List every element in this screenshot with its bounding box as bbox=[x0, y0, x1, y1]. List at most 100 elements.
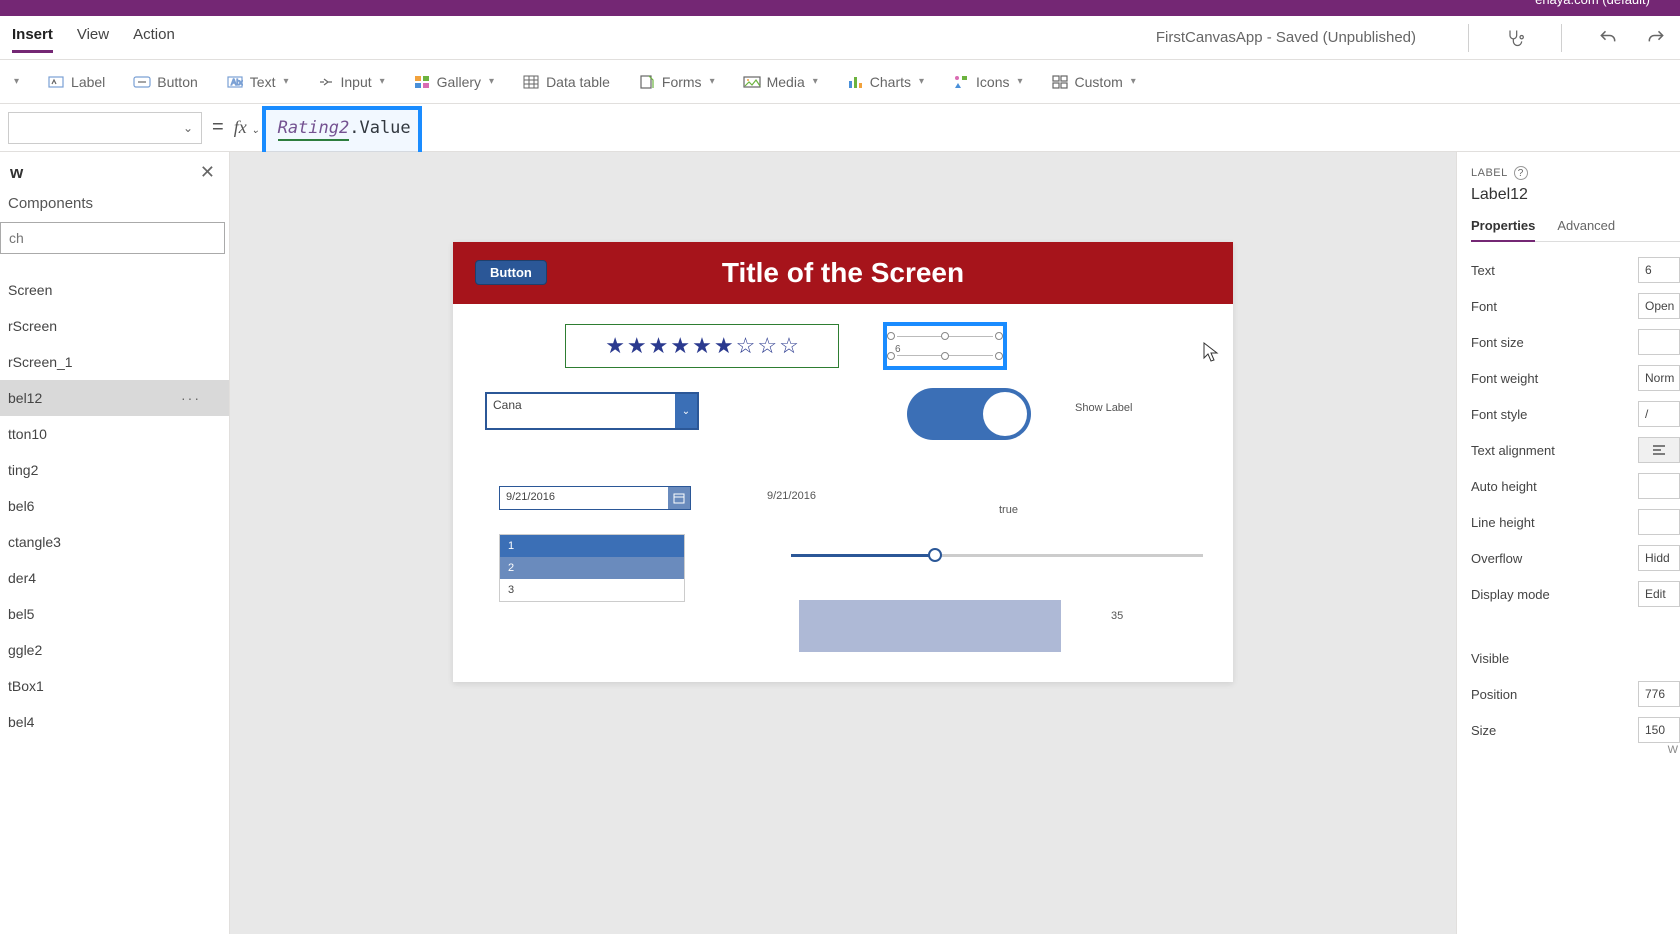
ribbon-input[interactable]: Input bbox=[317, 73, 385, 91]
star-icon[interactable]: ☆ bbox=[757, 333, 777, 359]
property-value[interactable]: 150 bbox=[1638, 717, 1680, 743]
property-value[interactable] bbox=[1638, 473, 1680, 499]
fx-icon[interactable]: fx ⌄ bbox=[234, 117, 260, 138]
toggle-control[interactable] bbox=[907, 388, 1031, 440]
ribbon-media[interactable]: Media bbox=[743, 73, 818, 91]
ribbon-charts[interactable]: Charts bbox=[846, 73, 924, 91]
ribbon-button[interactable]: Button bbox=[133, 73, 197, 91]
list-box[interactable]: 1 2 3 bbox=[499, 534, 685, 602]
tree-item[interactable]: bel4 bbox=[0, 704, 229, 740]
star-icon[interactable]: ★ bbox=[605, 333, 625, 359]
tree-item[interactable]: tton10 bbox=[0, 416, 229, 452]
ribbon-icons[interactable]: Icons bbox=[952, 73, 1023, 91]
star-icon[interactable]: ★ bbox=[670, 333, 690, 359]
chevron-down-icon[interactable]: ⌄ bbox=[675, 394, 697, 428]
tree-item[interactable]: rScreen bbox=[0, 308, 229, 344]
ribbon-custom[interactable]: Custom bbox=[1051, 73, 1136, 91]
close-icon[interactable]: ✕ bbox=[200, 162, 215, 183]
tab-advanced[interactable]: Advanced bbox=[1557, 218, 1615, 241]
rectangle-control[interactable] bbox=[799, 600, 1061, 652]
property-value[interactable]: Edit bbox=[1638, 581, 1680, 607]
panel-subtitle[interactable]: Components bbox=[0, 187, 229, 222]
property-row: FontOpen bbox=[1471, 288, 1680, 324]
ribbon-text[interactable]: Abc Text bbox=[226, 73, 289, 91]
combo-value: Cana bbox=[487, 394, 675, 428]
list-item[interactable]: 2 bbox=[500, 557, 684, 579]
star-icon[interactable]: ★ bbox=[714, 333, 734, 359]
ribbon-label-text: Input bbox=[341, 74, 372, 90]
property-value[interactable] bbox=[1638, 329, 1680, 355]
selected-label[interactable]: 6 bbox=[883, 322, 1007, 370]
tree-item[interactable]: ting2 bbox=[0, 452, 229, 488]
property-value[interactable]: Norm bbox=[1638, 365, 1680, 391]
tree-item[interactable]: der4 bbox=[0, 560, 229, 596]
property-value[interactable]: / bbox=[1638, 401, 1680, 427]
property-value[interactable]: 776 bbox=[1638, 681, 1680, 707]
list-item[interactable]: 3 bbox=[500, 579, 684, 601]
toggle-label: Show Label bbox=[1075, 402, 1133, 414]
date-label: 9/21/2016 bbox=[767, 490, 816, 502]
star-icon[interactable]: ★ bbox=[649, 333, 669, 359]
star-icon[interactable]: ☆ bbox=[736, 333, 756, 359]
combo-box[interactable]: Cana ⌄ bbox=[485, 392, 699, 430]
tab-insert[interactable]: Insert bbox=[12, 26, 53, 49]
property-value[interactable] bbox=[1638, 509, 1680, 535]
star-icon[interactable]: ★ bbox=[692, 333, 712, 359]
wrap-label: W bbox=[1471, 744, 1680, 756]
property-label: Text bbox=[1471, 263, 1495, 278]
property-label: Line height bbox=[1471, 515, 1535, 530]
tree-item[interactable]: ctangle3 bbox=[0, 524, 229, 560]
ribbon-gallery[interactable]: Gallery bbox=[413, 73, 494, 91]
help-icon[interactable]: ? bbox=[1514, 166, 1528, 180]
star-icon[interactable]: ★ bbox=[627, 333, 647, 359]
formula-input[interactable]: Rating2.Value bbox=[270, 118, 1672, 138]
label-value: 6 bbox=[895, 344, 901, 355]
tree-item[interactable]: bel5 bbox=[0, 596, 229, 632]
search-input[interactable] bbox=[0, 222, 225, 254]
button-icon bbox=[133, 73, 151, 91]
property-selector[interactable]: ⌄ bbox=[8, 112, 202, 144]
panel-title: w bbox=[10, 163, 23, 183]
ribbon-label-text: Gallery bbox=[437, 74, 481, 90]
tree-item[interactable]: Screen bbox=[0, 272, 229, 308]
tree-item[interactable]: ggle2 bbox=[0, 632, 229, 668]
ribbon-dropdown[interactable] bbox=[12, 76, 19, 87]
tree-list[interactable]: ScreenrScreenrScreen_1bel12···tton10ting… bbox=[0, 262, 229, 740]
divider bbox=[1468, 24, 1469, 52]
tab-view[interactable]: View bbox=[77, 26, 109, 49]
ribbon-label-text: Charts bbox=[870, 74, 911, 90]
more-icon[interactable]: ··· bbox=[181, 390, 201, 406]
ribbon-datatable[interactable]: Data table bbox=[522, 73, 610, 91]
ribbon-forms[interactable]: Forms bbox=[638, 73, 715, 91]
redo-icon[interactable] bbox=[1644, 26, 1668, 50]
tab-action[interactable]: Action bbox=[133, 26, 175, 49]
property-value[interactable]: 6 bbox=[1638, 257, 1680, 283]
align-left-icon[interactable] bbox=[1638, 437, 1680, 463]
media-icon bbox=[743, 73, 761, 91]
property-row: Font size bbox=[1471, 324, 1680, 360]
property-label: Auto height bbox=[1471, 479, 1537, 494]
list-item[interactable]: 1 bbox=[500, 535, 684, 557]
control-type: LABEL? bbox=[1471, 166, 1680, 180]
app-canvas[interactable]: Button Title of the Screen ★★★★★★☆☆☆ 6 S… bbox=[453, 242, 1233, 682]
date-picker[interactable]: 9/21/2016 bbox=[499, 486, 691, 510]
stethoscope-icon[interactable] bbox=[1503, 26, 1527, 50]
tab-properties[interactable]: Properties bbox=[1471, 218, 1535, 241]
property-value[interactable]: Hidd bbox=[1638, 545, 1680, 571]
control-name[interactable]: Label12 bbox=[1471, 186, 1680, 204]
tree-item[interactable]: rScreen_1 bbox=[0, 344, 229, 380]
canvas-area[interactable]: Button Title of the Screen ★★★★★★☆☆☆ 6 S… bbox=[230, 152, 1456, 934]
rating-control[interactable]: ★★★★★★☆☆☆ bbox=[565, 324, 839, 368]
calendar-icon[interactable] bbox=[668, 487, 690, 509]
ribbon-label[interactable]: Label bbox=[47, 73, 105, 91]
tree-item[interactable]: bel6 bbox=[0, 488, 229, 524]
undo-icon[interactable] bbox=[1596, 26, 1620, 50]
star-icon[interactable]: ☆ bbox=[779, 333, 799, 359]
property-value[interactable]: Open bbox=[1638, 293, 1680, 319]
tree-item[interactable]: bel12··· bbox=[0, 380, 229, 416]
property-label: Visible bbox=[1471, 651, 1509, 666]
tree-item[interactable]: tBox1 bbox=[0, 668, 229, 704]
slider-control[interactable] bbox=[791, 554, 1203, 557]
header-button[interactable]: Button bbox=[475, 260, 547, 285]
property-label: Text alignment bbox=[1471, 443, 1555, 458]
